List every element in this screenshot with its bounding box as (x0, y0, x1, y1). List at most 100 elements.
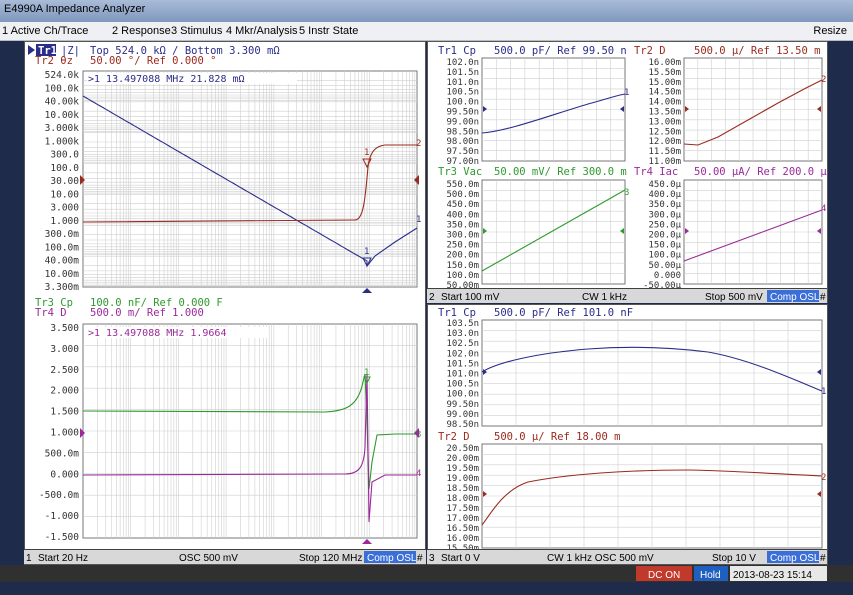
softkey-menu-bar: 1 Active Ch/Trace 2 Response 3 Stimulus … (0, 22, 853, 41)
y-tick-label: 1.500 (50, 407, 79, 418)
ch2-stimulus-strip: 2 Start 100 mV CW 1 kHz Stop 500 mV Comp… (427, 288, 827, 303)
title-bar: E4990A Impedance Analyzer (0, 0, 853, 22)
y-tick-label: 100.0m (45, 242, 80, 253)
y-tick-label: 100.0 (50, 163, 79, 174)
y-tick-label: 3.000k (45, 123, 80, 134)
y-tick-label: 10.00k (45, 110, 80, 121)
y-tick-label: -500.0m (39, 490, 79, 501)
y-tick-label: 97.50n (446, 147, 479, 157)
y-tick-label: 0.000 (654, 271, 681, 281)
channel-3-window[interactable]: Tr1 Cp 500.0 pF/ Ref 101.0 nF 103.5n 103.… (427, 304, 828, 565)
ch2-graph-tr3: 550.0m500.0m450.0m400.0m350.0m300.0m250.… (446, 179, 629, 291)
menu-instr-state[interactable]: 5 Instr State (299, 25, 358, 37)
y-tick-label: 101.5n (446, 68, 479, 78)
ch1-start[interactable]: Start 20 Hz (38, 553, 88, 564)
y-tick-label: 103.0n (446, 329, 479, 339)
y-tick-label: 14.50m (648, 88, 681, 98)
channel-2-window[interactable]: Tr1 Cp 500.0 pF/ Ref 99.50 n Tr2 D 500.0… (427, 41, 828, 303)
ch2-tr3-end-label: 3 (624, 188, 629, 198)
ch3-stimulus-strip: 3 Start 0 V CW 1 kHz OSC 500 mV Stop 10 … (427, 549, 827, 564)
ch3-tr1-title: Tr1 Cp (438, 307, 476, 319)
ch1-tr2-label: Tr2 θz (35, 55, 73, 67)
ch1-number: 1 (26, 553, 32, 564)
y-tick-label: 3.500 (50, 323, 79, 334)
y-tick-label: 500.0m (446, 190, 479, 200)
y-tick-label: 99.50n (446, 400, 479, 410)
y-tick-label: 16.00m (648, 58, 681, 68)
y-tick-label: 103.5n (446, 319, 479, 329)
hold-label: Hold (700, 570, 721, 581)
y-tick-label: 300.0m (45, 229, 80, 240)
y-tick-label: 350.0m (446, 220, 479, 230)
y-tick-label: 250.0µ (648, 220, 681, 230)
y-tick-label: 12.00m (648, 137, 681, 147)
y-tick-label: 200.0µ (648, 231, 681, 241)
ch1-tr4-label: Tr4 D (35, 307, 67, 319)
y-tick-label: 16.50m (446, 524, 479, 534)
ch2-tr4-title: Tr4 Iac (634, 166, 678, 178)
ch2-tr1-end-label: 1 (624, 88, 629, 98)
ch2-tr3-title: Tr3 Vac (438, 166, 482, 178)
ch1-upper-graph: 524.0k 100.0k 40.00k 10.00k 3.000k 1.000k 300.… (45, 70, 421, 293)
ch3-number: 3 (429, 553, 435, 564)
y-tick-label: 18.00m (446, 494, 479, 504)
ch1-cal-label: Comp OSL (367, 553, 417, 564)
y-tick-label: 101.0n (446, 78, 479, 88)
ch2-cw: CW 1 kHz (582, 292, 627, 303)
y-tick-label: 450.0m (446, 200, 479, 210)
y-tick-label: 3.000 (50, 344, 79, 355)
y-tick-label: 10.00 (50, 189, 79, 200)
y-tick-label: 400.0m (446, 210, 479, 220)
ch2-graph-tr1: 102.0n101.5n101.0n100.5n100.0n99.50n99.0… (446, 57, 629, 167)
ch2-graph-tr4: 450.0µ400.0µ350.0µ300.0µ250.0µ200.0µ150.… (643, 179, 826, 291)
y-tick-label: 14.00m (648, 98, 681, 108)
dc-on-label: DC ON (648, 570, 680, 581)
ch3-graph-tr2: 20.50m20.00m19.50m19.00m18.50m18.00m17.5… (446, 443, 826, 554)
y-tick-label: 98.50n (446, 420, 479, 430)
stimulus-marker-icon (362, 288, 372, 293)
y-tick-label: 500.0m (45, 448, 80, 459)
ch2-tr2-end-label: 2 (821, 75, 826, 85)
y-tick-label: 13.00m (648, 117, 681, 127)
ch3-graph-tr1: 103.5n103.0n102.5n102.0n101.5n101.0n100.… (446, 319, 826, 430)
ch3-start[interactable]: Start 0 V (441, 553, 480, 564)
ch2-tr2-scale: 500.0 µ/ Ref 13.50 m (694, 45, 820, 57)
ch3-stop[interactable]: Stop 10 V (712, 553, 756, 564)
marker-1-tr2-label: 1 (364, 148, 369, 158)
ch3-cw: CW 1 kHz OSC 500 mV (547, 553, 654, 564)
ch1-stop[interactable]: Stop 120 MHz (299, 553, 362, 564)
y-tick-label: 99.50n (446, 108, 479, 118)
menu-mkr-analysis[interactable]: 4 Mkr/Analysis (226, 25, 298, 37)
datetime-label: 2013-08-23 15:14 (733, 570, 812, 581)
menu-stimulus[interactable]: 3 Stimulus (171, 25, 222, 37)
resize-button[interactable]: Resize (813, 25, 847, 37)
y-tick-label: 19.50m (446, 464, 479, 474)
y-tick-label: 300.0m (446, 231, 479, 241)
ch1-marker-readout: >1 13.497088 MHz 21.828 mΩ (88, 74, 245, 85)
y-tick-label: 16.00m (446, 534, 479, 544)
ch3-hash: # (820, 553, 826, 564)
y-tick-label: 3.300m (45, 282, 80, 293)
ch1-stimulus-strip: 1 Start 20 Hz OSC 500 mV Stop 120 MHz Co… (24, 549, 426, 564)
y-tick-label: 12.50m (648, 127, 681, 137)
y-tick-label: 101.0n (446, 370, 479, 380)
y-tick-label: 550.0m (446, 180, 479, 190)
menu-response[interactable]: 2 Response (112, 25, 171, 37)
menu-active-ch-trace[interactable]: 1 Active Ch/Trace (2, 25, 88, 37)
y-tick-label: 100.0n (446, 98, 479, 108)
y-tick-label: 15.50m (648, 68, 681, 78)
y-tick-label: 99.00n (446, 117, 479, 127)
ch2-stop[interactable]: Stop 500 mV (705, 292, 763, 303)
y-tick-label: 100.0k (45, 83, 80, 94)
ch2-hash: # (820, 292, 826, 303)
ch1-marker2-readout: >1 13.497088 MHz 1.9664 (88, 328, 226, 339)
ch2-tr3-scale: 50.00 mV/ Ref 300.0 m (494, 166, 627, 178)
y-tick-label: 15.00m (648, 78, 681, 88)
ch3-tr1-scale: 500.0 pF/ Ref 101.0 nF (494, 307, 633, 319)
ch2-cal-label: Comp OSL (770, 292, 820, 303)
ch2-start[interactable]: Start 100 mV (441, 292, 500, 303)
window-bottom-edge (0, 582, 853, 595)
y-tick-label: 450.0µ (648, 180, 681, 190)
channel-1-window[interactable]: Tr1 |Z| Top 524.0 kΩ / Bottom 3.300 mΩ T… (24, 41, 426, 565)
y-tick-label: 101.5n (446, 359, 479, 369)
